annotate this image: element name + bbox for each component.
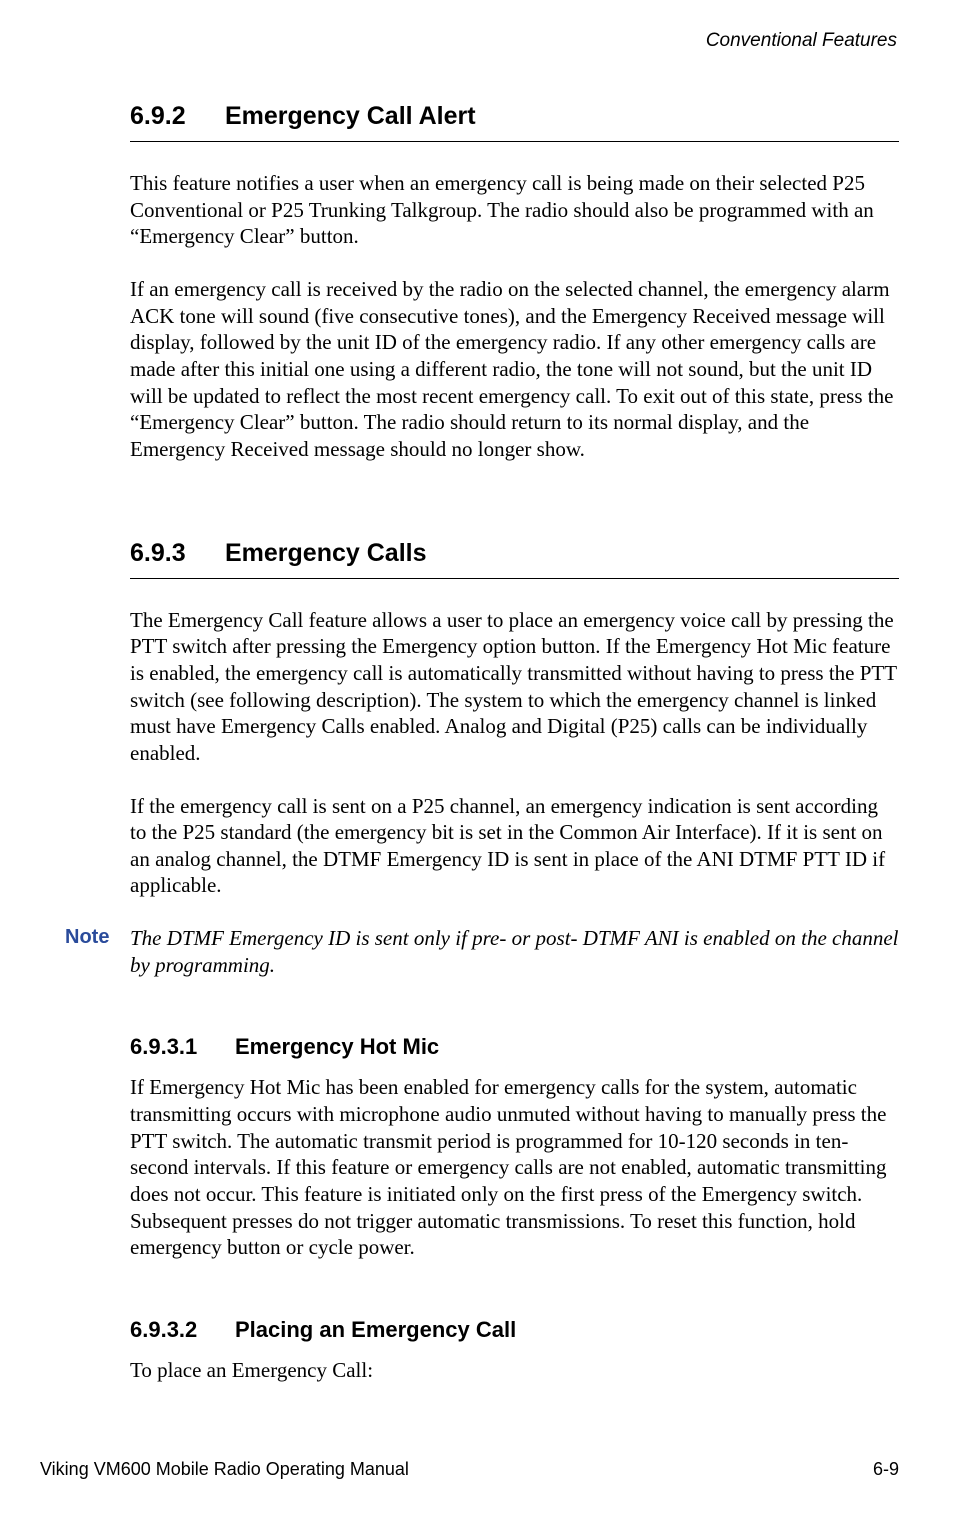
- spacer: [130, 1004, 899, 1034]
- paragraph: To place an Emergency Call:: [130, 1357, 899, 1384]
- header-chapter-title: Conventional Features: [130, 30, 899, 52]
- heading-title: Emergency Calls: [225, 539, 427, 567]
- page: Conventional Features 6.9.2Emergency Cal…: [0, 0, 977, 1518]
- heading-number: 6.9.3.2: [130, 1317, 235, 1343]
- paragraph: If Emergency Hot Mic has been enabled fo…: [130, 1074, 899, 1261]
- note-text: The DTMF Emergency ID is sent only if pr…: [130, 925, 899, 978]
- heading-title: Placing an Emergency Call: [235, 1317, 516, 1342]
- heading-6-9-2: 6.9.2Emergency Call Alert: [130, 102, 899, 131]
- footer-page-number: 6-9: [873, 1459, 899, 1480]
- paragraph: If the emergency call is sent on a P25 c…: [130, 793, 899, 900]
- spacer: [130, 489, 899, 539]
- page-footer: Viking VM600 Mobile Radio Operating Manu…: [40, 1459, 899, 1480]
- heading-6-9-3-2: 6.9.3.2Placing an Emergency Call: [130, 1317, 899, 1343]
- heading-title: Emergency Call Alert: [225, 102, 476, 130]
- spacer: [130, 1287, 899, 1317]
- heading-number: 6.9.2: [130, 102, 225, 131]
- paragraph: The Emergency Call feature allows a user…: [130, 607, 899, 767]
- heading-rule: [130, 578, 899, 579]
- footer-manual-title: Viking VM600 Mobile Radio Operating Manu…: [40, 1459, 409, 1480]
- heading-number: 6.9.3.1: [130, 1034, 235, 1060]
- paragraph: If an emergency call is received by the …: [130, 276, 899, 463]
- heading-number: 6.9.3: [130, 539, 225, 568]
- heading-rule: [130, 141, 899, 142]
- paragraph: This feature notifies a user when an eme…: [130, 170, 899, 250]
- note-block: Note The DTMF Emergency ID is sent only …: [65, 925, 899, 978]
- heading-6-9-3: 6.9.3Emergency Calls: [130, 539, 899, 568]
- note-label: Note: [65, 925, 130, 949]
- heading-title: Emergency Hot Mic: [235, 1034, 439, 1059]
- heading-6-9-3-1: 6.9.3.1Emergency Hot Mic: [130, 1034, 899, 1060]
